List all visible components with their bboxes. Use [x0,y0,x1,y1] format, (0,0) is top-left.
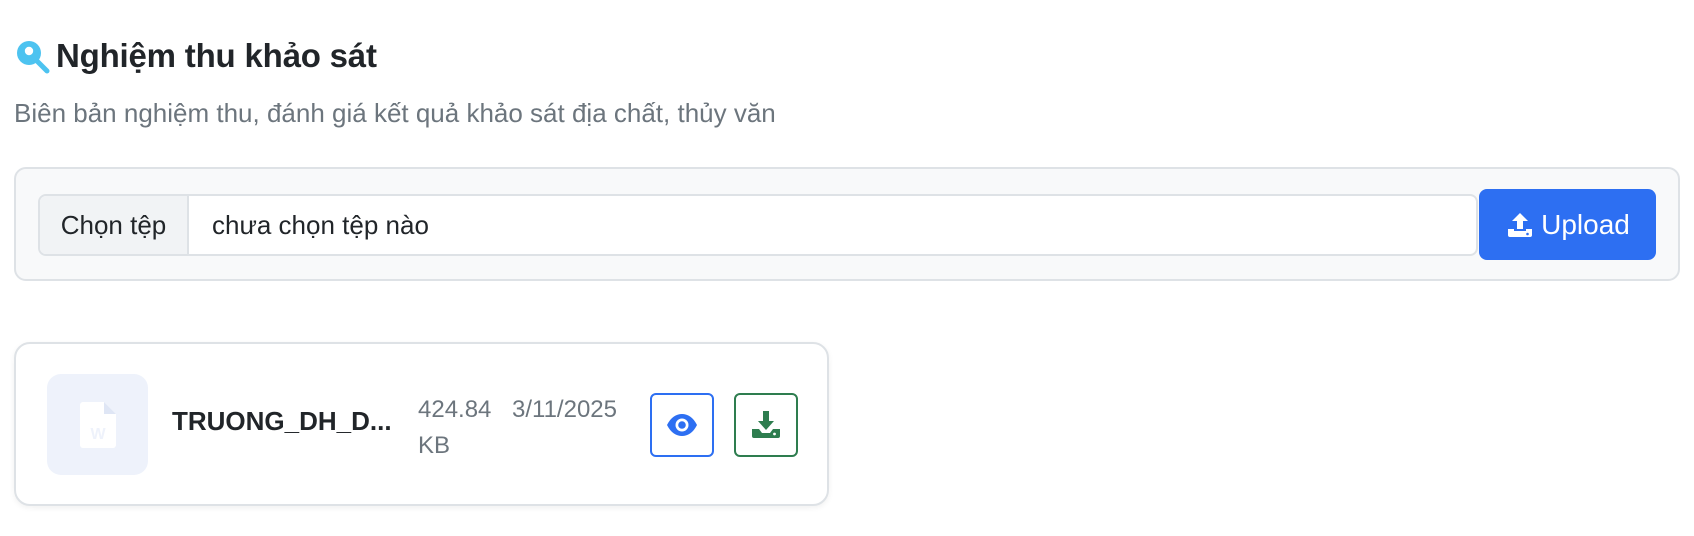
file-size-value: 424.84 [418,396,492,423]
upload-icon [1508,212,1533,237]
section-header: Nghiệm thu khảo sát [14,36,377,76]
upload-button-label: Upload [1541,208,1630,240]
page-subtitle: Biên bản nghiệm thu, đánh giá kết quả kh… [14,98,776,128]
download-icon [752,411,780,438]
page-title: Nghiệm thu khảo sát [56,37,377,74]
file-thumbnail: W [47,374,148,475]
word-document-icon: W [79,401,116,448]
upload-button[interactable]: Upload [1479,189,1656,260]
file-input-group[interactable]: Chọn tệp chưa chọn tệp nào [38,194,1478,256]
file-name: TRUONG_DH_D... [172,406,392,436]
file-size-unit: KB [418,432,451,459]
view-file-button[interactable] [650,393,714,457]
file-size: 424.84 KB [418,392,498,464]
selected-file-name[interactable]: chưa chọn tệp nào [189,196,1476,254]
upload-panel: Chọn tệp chưa chọn tệp nào Upload [14,167,1680,281]
file-card: W TRUONG_DH_D... 424.84 KB 3/11/2025 [14,342,829,506]
svg-text:W: W [90,426,106,443]
file-date: 3/11/2025 [512,396,617,423]
search-location-icon [17,41,50,74]
choose-file-button[interactable]: Chọn tệp [40,196,189,254]
eye-icon [667,414,697,436]
download-file-button[interactable] [734,393,798,457]
